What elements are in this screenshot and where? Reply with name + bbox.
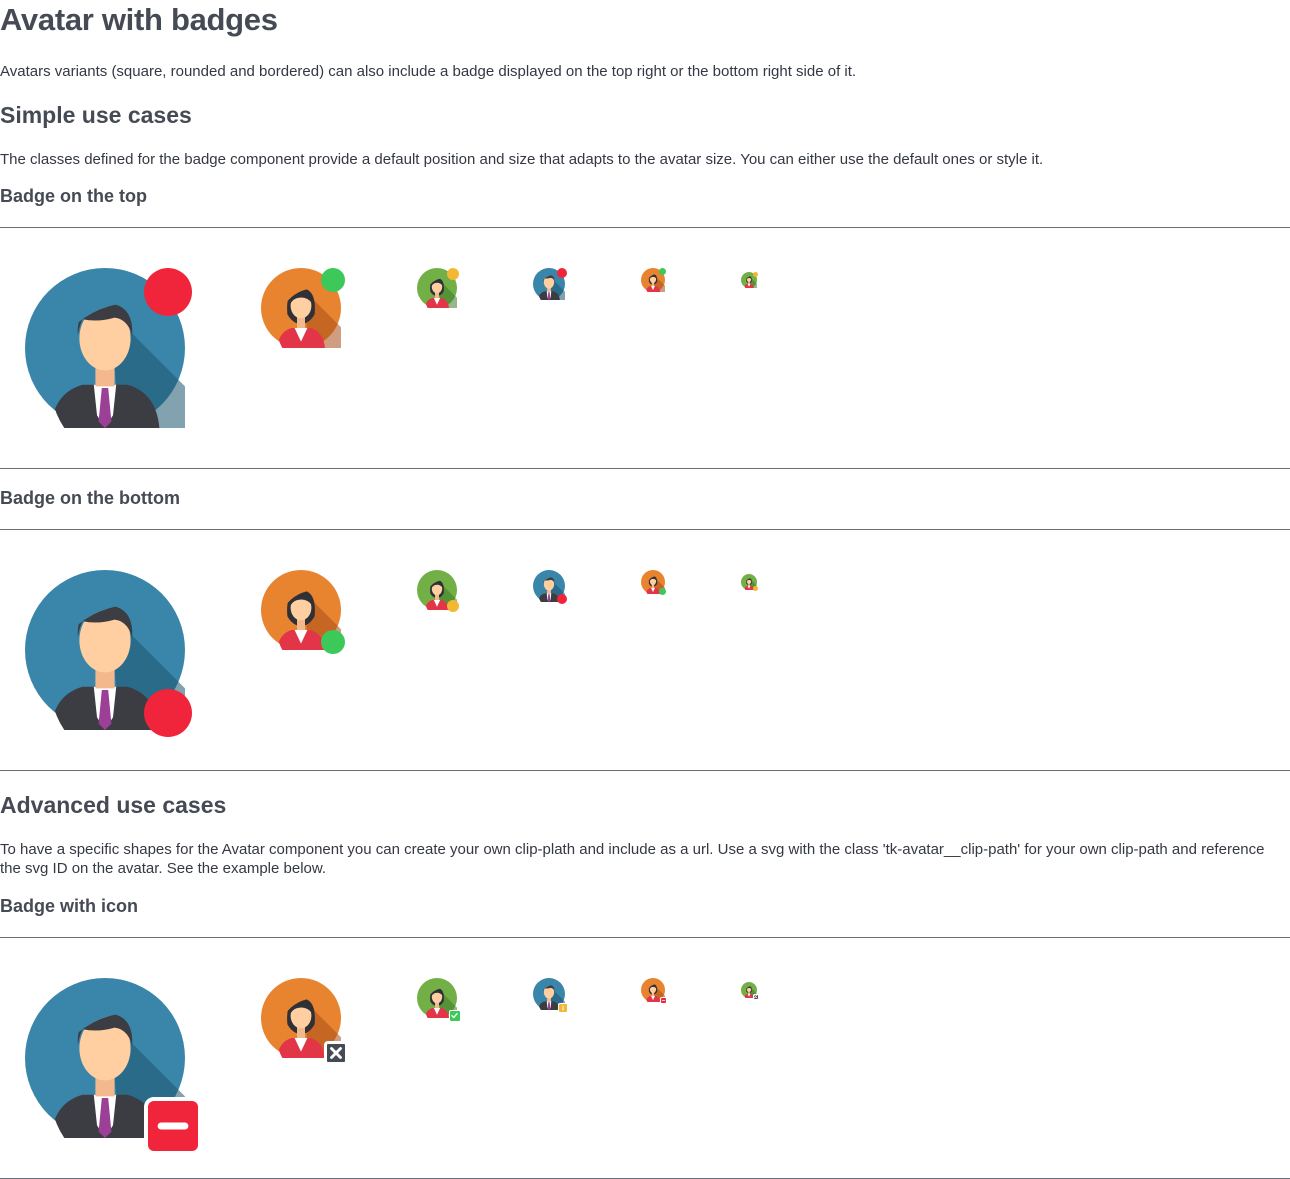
badge-close-icon xyxy=(324,1041,349,1066)
minus-icon xyxy=(661,998,666,1003)
minus-icon xyxy=(151,1104,195,1148)
badge-minus-icon xyxy=(144,1097,203,1156)
status-badge xyxy=(446,599,459,612)
simple-heading: Simple use cases xyxy=(0,102,192,128)
check-icon xyxy=(450,1011,459,1020)
page-title: Avatar with badges xyxy=(0,2,278,37)
status-badge xyxy=(752,272,758,277)
badge-bottom-label: Badge on the bottom xyxy=(0,488,180,508)
status-badge xyxy=(144,268,193,316)
status-badge xyxy=(556,593,567,604)
divider xyxy=(0,937,1290,938)
badge-minus-icon xyxy=(660,997,668,1005)
close-icon xyxy=(753,994,758,999)
status-badge xyxy=(659,268,667,275)
divider xyxy=(0,529,1290,530)
badge-icon-label: Badge with icon xyxy=(0,896,139,916)
badge-info-icon xyxy=(558,1003,568,1013)
info-icon xyxy=(559,1004,567,1012)
simple-description: The classes defined for the badge compon… xyxy=(0,151,1044,168)
advanced-heading: Advanced use cases xyxy=(0,792,227,818)
status-badge xyxy=(752,585,758,591)
intro-text: Avatars variants (square, rounded and bo… xyxy=(0,63,857,80)
advanced-description: To have a specific shapes for the Avatar… xyxy=(0,841,1265,877)
divider xyxy=(0,227,1290,228)
close-icon xyxy=(327,1044,345,1062)
divider xyxy=(0,468,1290,469)
divider xyxy=(0,770,1290,771)
status-badge xyxy=(446,268,459,280)
status-badge xyxy=(556,268,567,278)
status-badge xyxy=(320,629,345,654)
status-badge xyxy=(320,268,345,292)
badge-check-icon xyxy=(448,1009,461,1022)
badge-close-icon xyxy=(752,993,759,1000)
badge-top-label: Badge on the top xyxy=(0,186,147,206)
